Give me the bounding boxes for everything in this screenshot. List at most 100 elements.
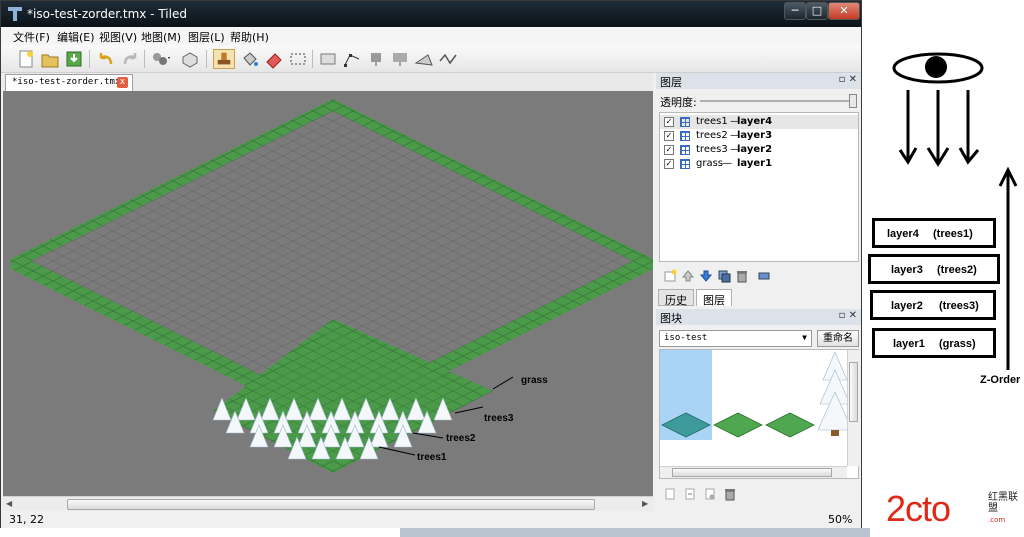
label-trees3: trees3: [484, 413, 514, 424]
tab-close-icon[interactable]: x: [117, 77, 128, 88]
redo-icon[interactable]: [119, 49, 141, 69]
insert-tile-icon[interactable]: [389, 49, 411, 69]
tileset-select-value: iso-test: [664, 333, 708, 343]
layer-row-trees3[interactable]: ✓ trees3 — layer2: [660, 143, 858, 157]
eraser-icon[interactable]: [263, 49, 285, 69]
scroll-right-icon[interactable]: ▶: [642, 499, 648, 508]
tile-layer-icon: [680, 145, 690, 155]
opacity-slider-handle[interactable]: [849, 94, 857, 108]
opacity-label: 透明度:: [660, 96, 697, 109]
insert-polygon-icon[interactable]: [413, 49, 435, 69]
tiles-dock-buttons[interactable]: ▫ ✕: [839, 310, 857, 321]
delete-layer-icon[interactable]: [735, 269, 749, 283]
layer-list: ✓ trees1 — layer4 ✓ trees2 — layer3 ✓ tr…: [659, 112, 859, 262]
open-icon[interactable]: [39, 49, 61, 69]
insert-object-icon[interactable]: [365, 49, 387, 69]
tiles-dock-title: 图块 ▫ ✕: [656, 309, 861, 325]
layer-row-trees2[interactable]: ✓ trees2 — layer3: [660, 129, 858, 143]
menu-edit[interactable]: 编辑(E): [57, 29, 95, 45]
opacity-slider[interactable]: [700, 100, 852, 102]
document-tab-label: *iso-test-zorder.tmx: [12, 77, 121, 87]
tile-layer-icon: [680, 117, 690, 127]
document-tab[interactable]: *iso-test-zorder.tmx x: [5, 74, 133, 91]
layer-tag: layer4: [737, 116, 773, 127]
new-icon[interactable]: [15, 49, 37, 69]
duplicate-layer-icon[interactable]: [717, 269, 731, 283]
layer-visibility-checkbox[interactable]: ✓: [664, 131, 674, 141]
label-grass: grass: [521, 375, 548, 386]
tileset-vertical-scrollbar[interactable]: [847, 350, 859, 466]
tile-layer-icon: [680, 159, 690, 169]
tab-layers[interactable]: 图层: [696, 289, 732, 307]
tab-history[interactable]: 历史: [658, 289, 694, 307]
stamp-brush-icon[interactable]: [213, 49, 235, 69]
layer-name: trees3: [696, 144, 728, 155]
delete-tileset-icon[interactable]: [723, 487, 737, 501]
layer-visibility-checkbox[interactable]: ✓: [664, 145, 674, 155]
stamp-random-icon[interactable]: [149, 49, 171, 69]
stamp-icon[interactable]: [179, 49, 201, 69]
layer-name: grass: [696, 158, 724, 169]
raise-layer-icon[interactable]: [681, 269, 695, 283]
layer-row-grass[interactable]: ✓ grass — layer1: [660, 157, 858, 171]
lower-layer-icon[interactable]: [699, 269, 713, 283]
undo-icon[interactable]: [95, 49, 117, 69]
layer-tag: layer2: [737, 144, 773, 155]
menu-view[interactable]: 视图(V): [99, 29, 137, 45]
zorder-layer: layer4: [887, 228, 919, 240]
menu-help[interactable]: 帮助(H): [230, 29, 269, 45]
zorder-tileset: (trees2): [937, 264, 977, 276]
layer-properties-icon[interactable]: [757, 269, 771, 283]
menu-layer[interactable]: 图层(L): [188, 29, 225, 45]
zorder-layer: layer3: [891, 264, 923, 276]
zorder-box-layer2: layer2 (trees3): [870, 290, 996, 320]
close-button[interactable]: ✕: [828, 2, 860, 20]
view-arrows: [898, 90, 980, 167]
edit-polygon-icon[interactable]: [341, 49, 363, 69]
object-select-icon[interactable]: [317, 49, 339, 69]
minimize-button[interactable]: ─: [784, 2, 806, 20]
import-tileset-icon[interactable]: [683, 487, 697, 501]
layer-tag: layer1: [737, 158, 773, 169]
layer-name: trees1: [696, 116, 728, 127]
bucket-fill-icon[interactable]: [239, 49, 261, 69]
tiles-dock-label: 图块: [660, 312, 682, 325]
zorder-box-layer1: layer1 (grass): [872, 328, 996, 358]
tiled-window: *iso-test-zorder.tmx - Tiled ─ □ ✕ 文件(F)…: [0, 0, 862, 528]
tileset-select[interactable]: iso-test ▼: [659, 330, 812, 347]
menu-map[interactable]: 地图(M): [141, 29, 181, 45]
menu-bar: 文件(F) 编辑(E) 视图(V) 地图(M) 图层(L) 帮助(H): [1, 27, 861, 45]
zoom-level[interactable]: 50%: [828, 513, 852, 526]
add-layer-icon[interactable]: [663, 269, 677, 283]
tile-layer-icon: [680, 131, 690, 141]
scroll-left-icon[interactable]: ◀: [6, 499, 12, 508]
layer-row-trees1[interactable]: ✓ trees1 — layer4: [660, 115, 858, 129]
save-icon[interactable]: [63, 49, 85, 69]
rect-select-icon[interactable]: [287, 49, 309, 69]
document-tabstrip: *iso-test-zorder.tmx x: [3, 73, 653, 91]
map-canvas[interactable]: grass trees3 trees2 trees1: [3, 91, 653, 496]
tiled-app-icon: [8, 7, 22, 21]
tileset-toolbar: [659, 485, 859, 503]
export-tileset-icon[interactable]: [703, 487, 717, 501]
tileset-horizontal-scrollbar[interactable]: [660, 466, 847, 478]
tileset-view[interactable]: [659, 349, 859, 479]
dock-tabs: 历史 图层: [656, 289, 861, 307]
menu-file[interactable]: 文件(F): [13, 29, 50, 45]
layer-name: trees2: [696, 130, 728, 141]
watermark-logo: 2cto 红黑联盟 .com: [878, 488, 1024, 532]
layer-visibility-checkbox[interactable]: ✓: [664, 159, 674, 169]
new-tileset-icon[interactable]: [663, 487, 677, 501]
insert-polyline-icon[interactable]: [437, 49, 459, 69]
layer-visibility-checkbox[interactable]: ✓: [664, 117, 674, 127]
cursor-coordinates: 31, 22: [9, 513, 44, 526]
maximize-button[interactable]: □: [806, 2, 828, 20]
layers-dock-buttons[interactable]: ▫ ✕: [839, 74, 857, 85]
tileset-row: iso-test ▼ 重命名: [659, 330, 859, 348]
rename-tileset-button[interactable]: 重命名: [817, 330, 859, 347]
watermark-subtitle: 红黑联盟: [988, 492, 1018, 514]
isometric-map: grass trees3 trees2 trees1: [11, 99, 653, 473]
canvas-horizontal-scrollbar[interactable]: ◀ ▶: [3, 496, 653, 511]
opacity-row: 透明度:: [656, 91, 861, 111]
scroll-thumb[interactable]: [67, 499, 595, 510]
